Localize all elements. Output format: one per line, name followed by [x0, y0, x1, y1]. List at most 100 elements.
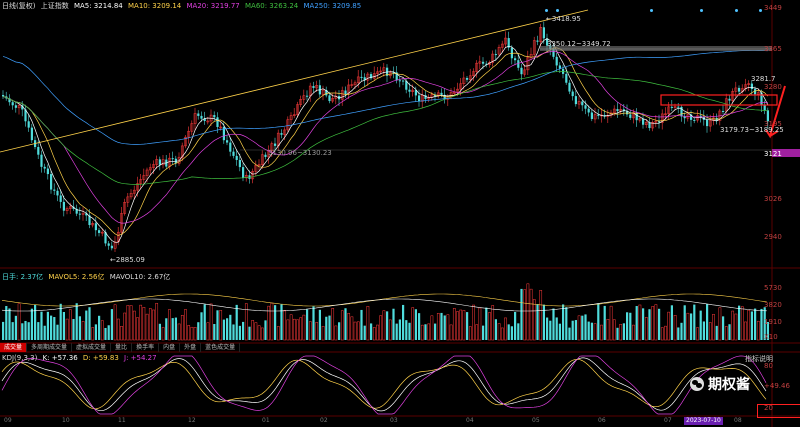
volume-bar [260, 327, 264, 341]
volume-bar [510, 326, 513, 340]
volume-legend: 日手: 2.37亿 MAVOL5: 2.56亿 MAVOL10: 2.67亿 [2, 272, 173, 282]
volume-bar [680, 322, 683, 340]
candle [107, 243, 110, 246]
candle [408, 89, 411, 92]
volume-bar [494, 319, 497, 340]
candle [78, 213, 81, 215]
month-tick: 09 [4, 417, 12, 424]
month-tick: 04 [466, 417, 474, 424]
candle [46, 168, 49, 175]
candle [40, 154, 43, 167]
volume-bar [702, 321, 705, 340]
tab-outer[interactable]: 外盘 [180, 343, 202, 352]
candle [750, 83, 753, 90]
volume-bar [315, 322, 319, 341]
tab-volume[interactable]: 成交量 [0, 343, 28, 352]
tab-virtual-volume[interactable]: 虚拟成交量 [72, 343, 112, 352]
volume-bar [62, 311, 65, 340]
volume-bar [120, 326, 123, 341]
tab-turnover[interactable]: 换手率 [132, 343, 160, 352]
watermark-text: 期权酱 [708, 377, 750, 393]
month-tick: 05 [532, 417, 540, 424]
volume-bar [318, 309, 321, 340]
volume-bar [340, 310, 344, 341]
volume-bar [529, 288, 533, 341]
tab-inner[interactable]: 内盘 [159, 343, 181, 352]
candle [565, 73, 568, 83]
candle [110, 245, 113, 249]
candle [274, 143, 277, 146]
volume-bar [37, 322, 40, 340]
volume-bar [436, 313, 440, 341]
volume-bar [696, 327, 699, 341]
volume-bar [754, 308, 757, 340]
kdj-tick: 80 [764, 362, 773, 370]
volume-label: 日手: 2.37亿 [2, 273, 44, 281]
volume-bar [200, 312, 203, 340]
price-tick: 3365 [764, 45, 782, 53]
volume-bar [418, 313, 421, 340]
volume-bar [193, 327, 197, 341]
tab-multi-period-volume[interactable]: 多周期成交量 [27, 343, 73, 352]
volume-bar [673, 315, 677, 341]
volume-bar [107, 325, 110, 340]
volume-bar [475, 324, 479, 341]
volume-bar [78, 316, 81, 340]
volume-bar [648, 309, 651, 340]
volume-bar [616, 327, 619, 340]
candle [517, 60, 520, 68]
volume-bar [306, 309, 309, 340]
ma-line [2, 49, 768, 145]
candle [328, 95, 331, 102]
volume-bar [558, 323, 561, 340]
resistance-annotation: 3350.12~3349.72 [547, 40, 611, 48]
volume-bar [411, 307, 415, 341]
volume-bar [386, 311, 389, 340]
candle [587, 108, 590, 113]
month-tick: 03 [390, 417, 398, 424]
volume-bar [104, 327, 107, 340]
volume-bar [462, 310, 466, 341]
candle [536, 40, 539, 42]
candle [482, 61, 485, 64]
volume-bar [27, 322, 30, 340]
volume-bar [110, 309, 113, 340]
volume-ma-line [1, 298, 767, 312]
candle [629, 114, 632, 118]
volume-bar [347, 312, 351, 341]
mavol5-label: MAVOL5: 2.56亿 [48, 273, 105, 281]
price-tick: 3195 [764, 120, 782, 128]
volume-bar [350, 316, 354, 341]
volume-bar [353, 321, 357, 341]
month-tick: 11 [118, 417, 126, 424]
candle [171, 158, 174, 160]
kdj-d: D: +59.83 [82, 354, 119, 362]
volume-bar [699, 310, 702, 340]
ma-line [2, 47, 769, 236]
volume-bar [750, 311, 753, 340]
volume-bar [213, 324, 216, 340]
volume-bar [132, 310, 136, 341]
candle [584, 105, 587, 109]
candle [568, 82, 571, 92]
volume-bar [568, 327, 571, 340]
volume-bar [712, 314, 715, 341]
volume-bar [392, 308, 395, 340]
candle [312, 86, 315, 88]
volume-bar [142, 307, 146, 341]
volume-bar [206, 322, 210, 341]
volume-bar [190, 326, 194, 341]
volume-bar [331, 308, 335, 341]
volume-bar [414, 309, 417, 340]
kline-chart[interactable] [0, 0, 800, 427]
candle [418, 95, 421, 102]
tab-blue-volume[interactable]: 蓝色成交量 [201, 343, 241, 352]
tab-volume-ratio[interactable]: 量比 [111, 343, 133, 352]
volume-bar [56, 324, 59, 340]
volume-bar [593, 323, 597, 341]
volume-bar [68, 309, 72, 341]
candle [494, 54, 497, 56]
volume-bar [177, 323, 181, 341]
volume-bar [427, 323, 431, 341]
volume-bar [402, 304, 405, 340]
